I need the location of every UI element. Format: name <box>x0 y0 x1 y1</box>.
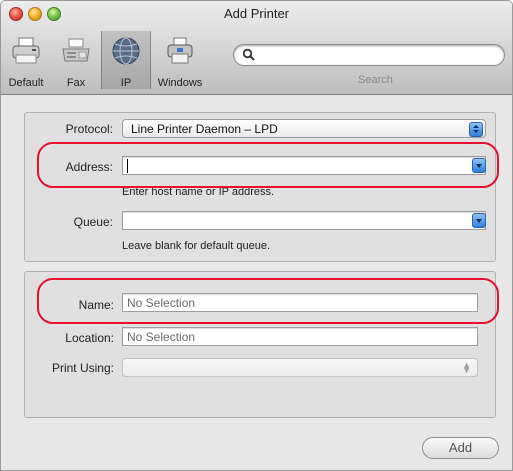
toolbar-item-default[interactable]: Default <box>1 31 51 89</box>
magnifier-icon <box>242 48 255 61</box>
queue-label: Queue: <box>73 215 113 229</box>
protocol-label: Protocol: <box>65 122 113 136</box>
fax-icon <box>62 38 90 62</box>
toolbar-item-windows[interactable]: Windows <box>151 31 209 89</box>
toolbar: Add Printer Default Fax IP Windows Searc… <box>1 1 512 95</box>
queue-hint: Leave blank for default queue. <box>122 240 271 252</box>
queue-input[interactable] <box>122 211 486 230</box>
default-printer-icon <box>12 37 40 64</box>
toolbar-item-label: Fax <box>66 77 86 89</box>
queue-dropdown-button[interactable] <box>472 213 486 228</box>
toolbar-item-label: IP <box>120 77 132 89</box>
toolbar-item-fax[interactable]: Fax <box>51 31 101 89</box>
search-field[interactable] <box>233 44 505 66</box>
print-using-label: Print Using: <box>51 361 114 375</box>
popup-arrows-icon <box>469 122 483 137</box>
address-highlight <box>37 142 499 188</box>
add-printer-window: Add Printer Default Fax IP Windows Searc… <box>0 0 513 471</box>
name-highlight <box>37 278 499 324</box>
protocol-value: Line Printer Daemon – LPD <box>131 122 278 136</box>
add-button[interactable]: Add <box>422 437 499 459</box>
toolbar-item-ip[interactable]: IP <box>101 31 151 89</box>
search-label: Search <box>358 74 393 86</box>
location-input[interactable]: No Selection <box>122 327 478 346</box>
globe-icon <box>112 37 140 65</box>
popup-arrows-icon: ▲ ▼ <box>462 360 471 375</box>
location-label: Location: <box>65 331 114 345</box>
windows-printer-icon <box>167 37 193 64</box>
print-using-popup[interactable]: ▲ ▼ <box>122 358 478 377</box>
toolbar-item-label: Default <box>8 77 44 89</box>
window-title: Add Printer <box>223 6 290 21</box>
toolbar-item-label: Windows <box>157 77 203 89</box>
protocol-popup[interactable]: Line Printer Daemon – LPD <box>122 119 486 138</box>
